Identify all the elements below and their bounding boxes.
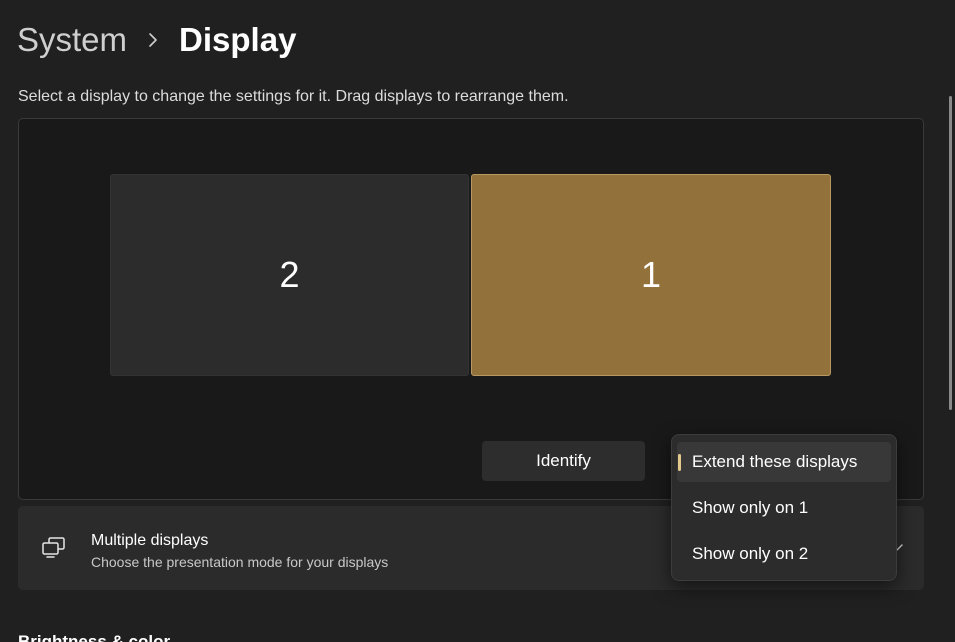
- monitor-2-label: 2: [279, 254, 300, 295]
- breadcrumb: System Display: [17, 18, 296, 62]
- option-extend-displays[interactable]: Extend these displays: [677, 442, 891, 482]
- monitor-1[interactable]: 1: [471, 174, 831, 376]
- option-label: Show only on 1: [692, 498, 809, 517]
- chevron-right-icon: [127, 32, 179, 48]
- settings-page: System Display Select a display to chang…: [0, 0, 955, 642]
- arrangement-hint: Select a display to change the settings …: [18, 88, 569, 105]
- monitor-1-label: 1: [640, 254, 662, 295]
- option-label: Extend these displays: [692, 452, 858, 471]
- identify-button[interactable]: Identify: [482, 441, 645, 481]
- monitor-2[interactable]: 2: [110, 174, 469, 376]
- multiple-displays-title: Multiple displays: [91, 532, 209, 549]
- option-show-only-2[interactable]: Show only on 2: [677, 534, 891, 574]
- multiple-displays-subtitle: Choose the presentation mode for your di…: [91, 554, 389, 570]
- option-label: Show only on 2: [692, 544, 809, 563]
- scrollbar-thumb[interactable]: [949, 96, 952, 410]
- brightness-color-heading: Brightness & color: [18, 632, 171, 642]
- breadcrumb-system[interactable]: System: [17, 21, 127, 59]
- page-title: Display: [179, 21, 297, 58]
- presentation-mode-dropdown: Extend these displays Show only on 1 Sho…: [671, 434, 897, 581]
- selection-indicator: [678, 454, 681, 471]
- multiple-displays-icon: [40, 536, 68, 560]
- option-show-only-1[interactable]: Show only on 1: [677, 488, 891, 528]
